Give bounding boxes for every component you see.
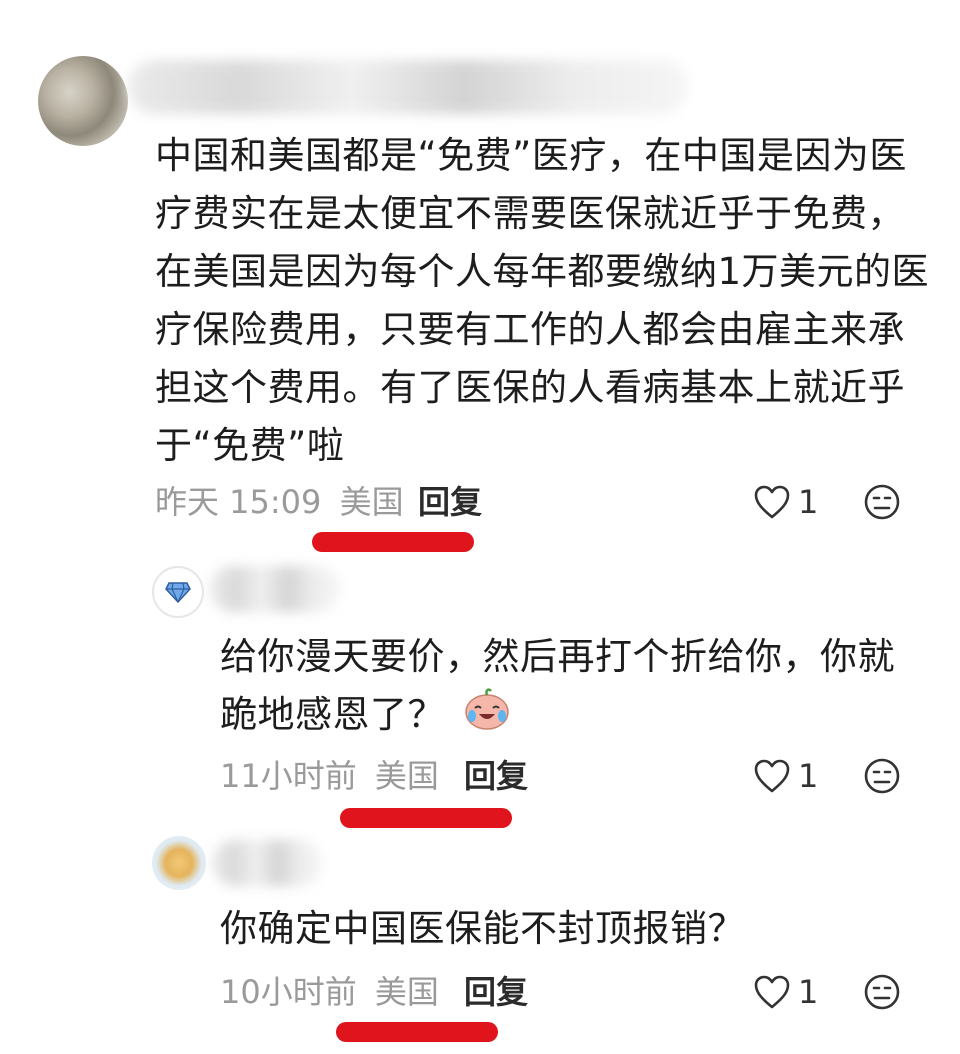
comment-line: 中国和美国都是“免费”医疗，在中国是因为医 (155, 134, 907, 177)
reply-button[interactable]: 回复 (464, 756, 528, 796)
comment-meta: 10小时前 美国 (220, 972, 439, 1012)
username-blurred[interactable] (210, 566, 340, 612)
comment-time: 11小时前 (220, 757, 357, 795)
comment-line-text: 跪地感恩了？ (220, 693, 445, 736)
comment-line: 于“免费”啦 (155, 424, 345, 467)
comment-meta: 11小时前 美国 (220, 756, 439, 796)
like-count: 1 (798, 757, 819, 795)
comment-line: 在美国是因为每个人每年都要缴纳1万美元的医 (155, 250, 930, 293)
red-annotation-underline (336, 1022, 498, 1042)
reaction-emoji-icon[interactable] (862, 482, 902, 522)
comment-line: 疗保险费用，只要有工作的人都会由雇主来承 (155, 308, 905, 351)
reply-button[interactable]: 回复 (418, 482, 482, 522)
reply-button[interactable]: 回复 (464, 972, 528, 1012)
like-count: 1 (798, 483, 819, 521)
heart-icon[interactable] (752, 756, 792, 796)
avatar[interactable] (152, 836, 206, 890)
like-count: 1 (798, 973, 819, 1011)
username-blurred[interactable] (128, 60, 688, 114)
heart-icon[interactable] (752, 972, 792, 1012)
comment-meta: 昨天 15:09 美国 (155, 482, 404, 522)
username-blurred[interactable] (212, 840, 322, 886)
comment-line: 你确定中国医保能不封顶报销？ (220, 907, 745, 950)
red-annotation-underline (312, 532, 474, 552)
comment-location: 美国 (339, 483, 404, 521)
reaction-emoji-icon[interactable] (862, 756, 902, 796)
crying-laughing-emoji-icon (463, 686, 511, 747)
avatar[interactable] (152, 566, 204, 618)
comment-location: 美国 (374, 973, 439, 1011)
diamond-icon (165, 582, 191, 603)
red-annotation-underline (340, 808, 512, 828)
reaction-emoji-icon[interactable] (862, 972, 902, 1012)
comment-text: 给你漫天要价，然后再打个折给你，你就 跪地感恩了？ (220, 628, 920, 747)
comment-line: 跪地感恩了？ (220, 686, 920, 747)
heart-icon[interactable] (752, 482, 792, 522)
comment-location: 美国 (374, 757, 439, 795)
comment-time: 10小时前 (220, 973, 357, 1011)
comment-line: 担这个费用。有了医保的人看病基本上就近乎 (155, 366, 905, 409)
comment-line: 给你漫天要价，然后再打个折给你，你就 (220, 635, 895, 678)
avatar[interactable] (38, 56, 128, 146)
comment-text: 中国和美国都是“免费”医疗，在中国是因为医 疗费实在是太便宜不需要医保就近乎于免… (155, 127, 935, 475)
comment-line: 疗费实在是太便宜不需要医保就近乎于免费， (155, 192, 905, 235)
comment-text: 你确定中国医保能不封顶报销？ (220, 900, 920, 958)
comment-time: 昨天 15:09 (155, 483, 322, 521)
